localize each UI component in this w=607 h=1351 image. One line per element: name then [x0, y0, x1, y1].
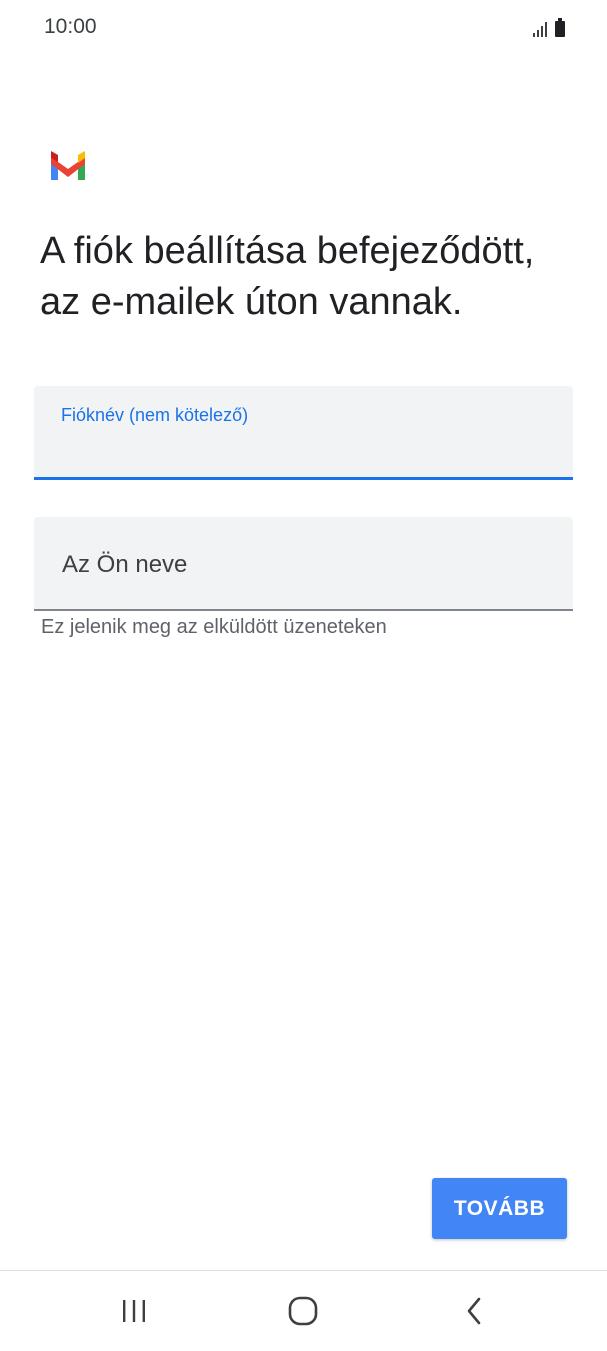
- status-time: 10:00: [44, 15, 97, 38]
- account-name-label: Fióknév (nem kötelező): [61, 405, 249, 425]
- account-name-input[interactable]: [61, 432, 545, 468]
- back-icon: [467, 1297, 481, 1325]
- home-button[interactable]: [253, 1271, 353, 1351]
- back-button[interactable]: [424, 1271, 524, 1351]
- status-icons: [533, 17, 565, 37]
- gmail-logo-icon: [51, 151, 85, 180]
- recents-icon: [123, 1300, 145, 1322]
- your-name-field[interactable]: [34, 517, 573, 611]
- signal-icon: [533, 21, 547, 37]
- status-bar: 10:00: [0, 0, 607, 56]
- your-name-input[interactable]: [60, 545, 544, 585]
- your-name-helper-text: Ez jelenik meg az elküldött üzeneteken: [41, 616, 387, 638]
- recents-button[interactable]: [84, 1271, 184, 1351]
- next-button[interactable]: TOVÁBB: [432, 1178, 567, 1239]
- page-title: A fiók beállítása befejeződött, az e-mai…: [40, 230, 535, 323]
- navigation-bar: [0, 1270, 607, 1351]
- battery-icon: [555, 18, 565, 37]
- home-icon: [288, 1296, 318, 1326]
- account-name-field[interactable]: Fióknév (nem kötelező): [34, 386, 573, 480]
